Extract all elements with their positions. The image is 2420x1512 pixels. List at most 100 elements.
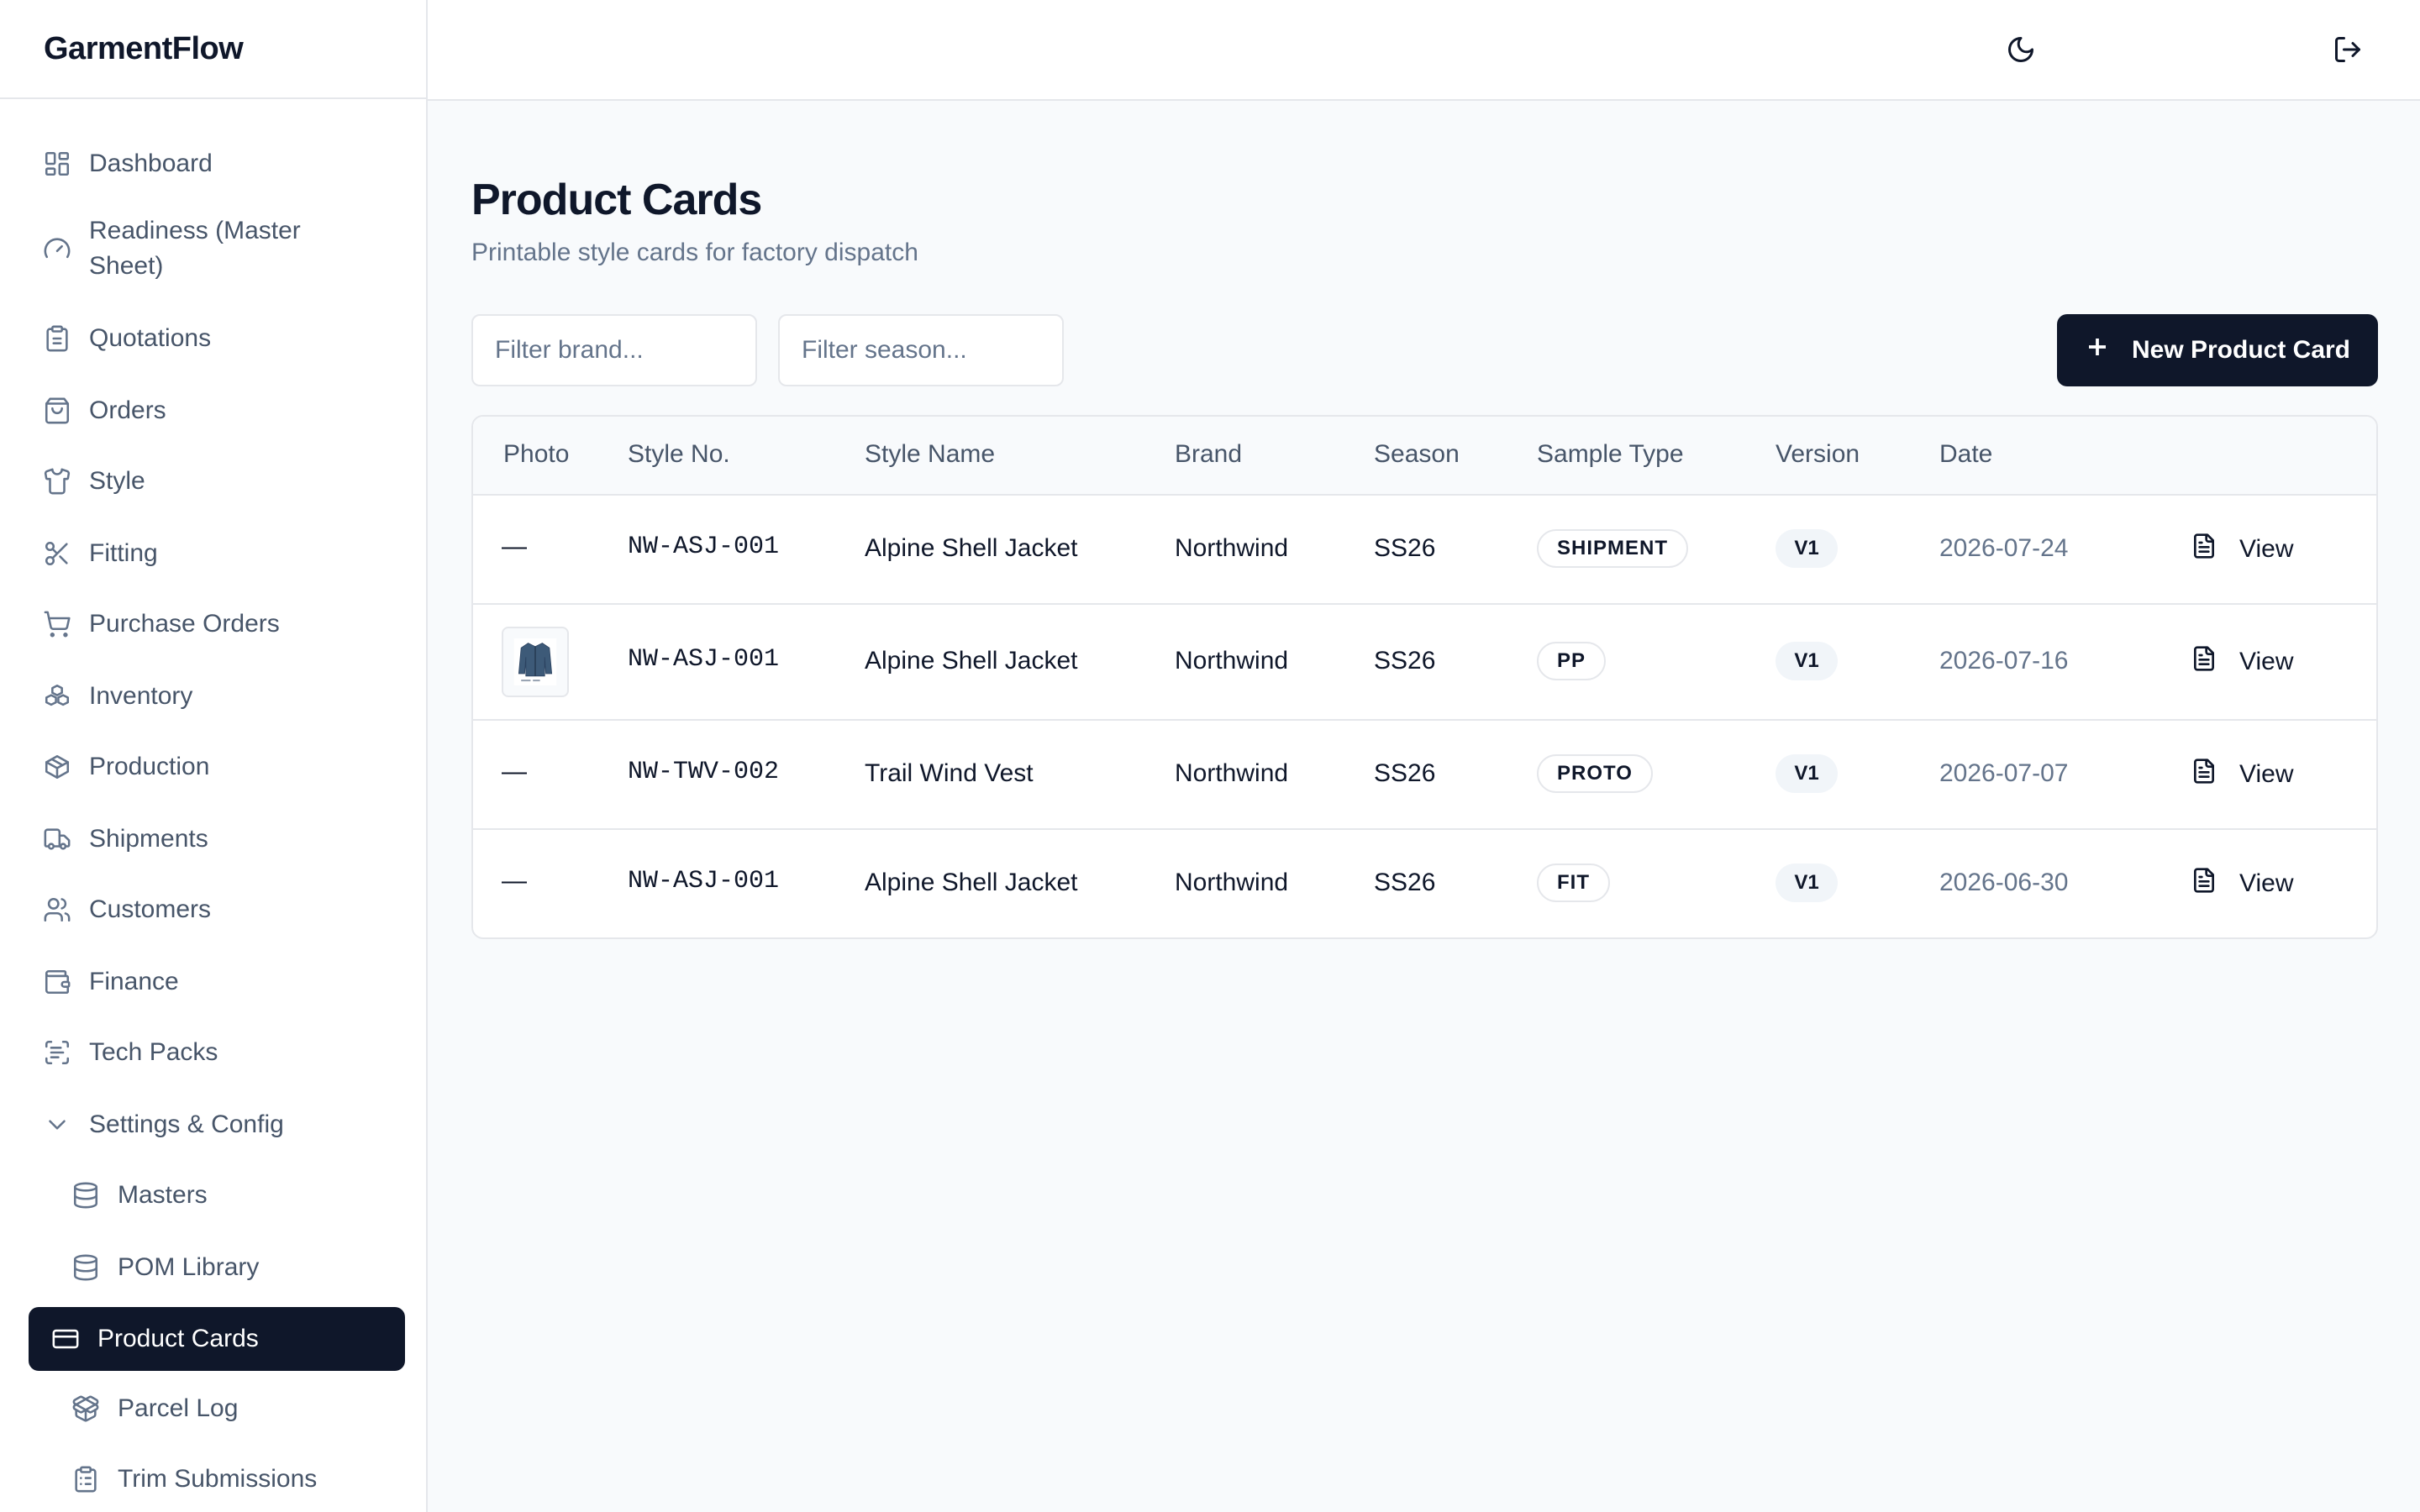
clipboard-list-icon bbox=[71, 1464, 101, 1494]
sidebar-item-settings-config[interactable]: Settings & Config bbox=[29, 1104, 405, 1146]
version-badge: V1 bbox=[1776, 864, 1838, 902]
version-badge: V1 bbox=[1776, 754, 1838, 793]
sidebar-item-purchase-orders[interactable]: Purchase Orders bbox=[29, 603, 405, 645]
sidebar-item-label: Shipments bbox=[89, 825, 208, 853]
season: SS26 bbox=[1374, 647, 1436, 675]
wallet-icon bbox=[42, 967, 72, 997]
sidebar-item-tech-packs[interactable]: Tech Packs bbox=[29, 1032, 405, 1074]
date: 2026-07-16 bbox=[1939, 647, 2069, 675]
sidebar-item-parcel-log[interactable]: Parcel Log bbox=[29, 1388, 405, 1430]
truck-icon bbox=[42, 824, 72, 854]
file-text-icon bbox=[2191, 867, 2239, 900]
season: SS26 bbox=[1374, 534, 1436, 562]
table-header: Photo Style No. Style Name Brand Season … bbox=[473, 417, 2376, 496]
style-name: Alpine Shell Jacket bbox=[865, 869, 1078, 896]
boxes-icon bbox=[42, 681, 72, 711]
sidebar-item-product-cards[interactable]: Product Cards bbox=[29, 1307, 405, 1371]
style-name: Trail Wind Vest bbox=[865, 759, 1034, 787]
sidebar-item-label: Trim Submissions bbox=[118, 1465, 318, 1493]
sidebar-item-label: Orders bbox=[89, 396, 166, 424]
sidebar-item-customers[interactable]: Customers bbox=[29, 889, 405, 931]
sidebar-item-label: Purchase Orders bbox=[89, 610, 280, 638]
logout-icon bbox=[2333, 34, 2363, 67]
sidebar-item-label: Style bbox=[89, 467, 145, 495]
sidebar-item-label: Finance bbox=[89, 968, 179, 995]
users-icon bbox=[42, 895, 72, 925]
filter-season-input[interactable] bbox=[778, 314, 1064, 386]
sidebar-item-masters[interactable]: Masters bbox=[29, 1174, 405, 1216]
sidebar-item-quotations[interactable]: Quotations bbox=[29, 318, 405, 360]
database-icon bbox=[71, 1252, 101, 1283]
photo-placeholder: — bbox=[502, 867, 527, 895]
plus-icon bbox=[2085, 334, 2132, 366]
style-no: NW-ASJ-001 bbox=[628, 533, 780, 561]
view-label: View bbox=[2239, 869, 2294, 897]
brand: Northwind bbox=[1175, 647, 1289, 675]
sidebar-item-label: Fitting bbox=[89, 539, 158, 567]
column-header-style-name: Style Name bbox=[865, 440, 996, 468]
table-row[interactable]: — NW-ASJ-001 Alpine Shell Jacket Northwi… bbox=[473, 830, 2376, 937]
sidebar-item-dashboard[interactable]: Dashboard bbox=[29, 143, 405, 185]
table-row[interactable]: NW-ASJ-001 Alpine Shell Jacket Northwind… bbox=[473, 605, 2376, 721]
file-text-icon bbox=[2191, 533, 2239, 566]
sidebar-item-shipments[interactable]: Shipments bbox=[29, 818, 405, 860]
column-header-style-no: Style No. bbox=[628, 440, 730, 468]
scissors-icon bbox=[42, 538, 72, 569]
shopping-bag-icon bbox=[42, 396, 72, 426]
sample-type-badge: SHIPMENT bbox=[1537, 529, 1689, 568]
sidebar-item-label: Tech Packs bbox=[89, 1038, 218, 1066]
page-title: Product Cards bbox=[471, 176, 762, 224]
column-header-season: Season bbox=[1374, 440, 1460, 468]
version-badge: V1 bbox=[1776, 642, 1838, 680]
style-no: NW-TWV-002 bbox=[628, 758, 780, 786]
sidebar-item-orders[interactable]: Orders bbox=[29, 390, 405, 432]
sidebar-item-trim-submissions[interactable]: Trim Submissions bbox=[29, 1458, 405, 1500]
view-button[interactable]: View bbox=[2191, 645, 2293, 679]
gauge-icon bbox=[42, 234, 72, 264]
table-row[interactable]: — NW-TWV-002 Trail Wind Vest Northwind S… bbox=[473, 721, 2376, 830]
view-button[interactable]: View bbox=[2191, 533, 2293, 566]
sidebar-item-fitting[interactable]: Fitting bbox=[29, 533, 405, 575]
sidebar-item-finance[interactable]: Finance bbox=[29, 961, 405, 1003]
chevron-down-icon bbox=[42, 1110, 72, 1140]
date: 2026-06-30 bbox=[1939, 869, 2069, 896]
theme-toggle-button[interactable] bbox=[2002, 32, 2039, 69]
season: SS26 bbox=[1374, 869, 1436, 896]
sample-type-badge: PP bbox=[1537, 642, 1607, 680]
style-name: Alpine Shell Jacket bbox=[865, 647, 1078, 675]
view-button[interactable]: View bbox=[2191, 758, 2293, 791]
version-badge: V1 bbox=[1776, 529, 1838, 568]
sidebar-item-label: Readiness (Master Sheet) bbox=[89, 217, 301, 280]
sidebar-item-readiness[interactable]: Readiness (Master Sheet) bbox=[29, 213, 348, 284]
table-row[interactable]: — NW-ASJ-001 Alpine Shell Jacket Northwi… bbox=[473, 496, 2376, 605]
app-logo[interactable]: GarmentFlow bbox=[0, 0, 426, 99]
clipboard-icon bbox=[42, 323, 72, 354]
view-label: View bbox=[2239, 760, 2294, 788]
date: 2026-07-07 bbox=[1939, 759, 2069, 787]
sidebar-item-pom-library[interactable]: POM Library bbox=[29, 1247, 405, 1289]
view-button[interactable]: View bbox=[2191, 867, 2293, 900]
page-subtitle: Printable style cards for factory dispat… bbox=[471, 239, 918, 266]
sample-type-badge: PROTO bbox=[1537, 754, 1653, 793]
filter-brand-input[interactable] bbox=[471, 314, 757, 386]
sidebar-item-label: Parcel Log bbox=[118, 1394, 239, 1422]
column-header-brand: Brand bbox=[1175, 440, 1243, 468]
shirt-icon bbox=[42, 466, 72, 496]
sidebar-item-label: Quotations bbox=[89, 324, 212, 352]
new-product-card-label: New Product Card bbox=[2131, 336, 2351, 364]
top-bar bbox=[428, 0, 2420, 101]
sidebar-item-label: Customers bbox=[89, 895, 212, 923]
sidebar-item-style[interactable]: Style bbox=[29, 460, 405, 502]
column-header-date: Date bbox=[1939, 440, 1993, 468]
sidebar-item-label: Settings & Config bbox=[89, 1110, 284, 1138]
new-product-card-button[interactable]: New Product Card bbox=[2057, 314, 2378, 386]
column-header-photo: Photo bbox=[503, 440, 570, 468]
file-text-icon bbox=[2191, 758, 2239, 791]
product-photo-thumbnail[interactable] bbox=[502, 627, 569, 697]
card-icon bbox=[50, 1324, 81, 1354]
sidebar-item-production[interactable]: Production bbox=[29, 746, 405, 788]
view-label: View bbox=[2239, 648, 2294, 675]
sample-type-badge: FIT bbox=[1537, 864, 1610, 902]
logout-button[interactable] bbox=[2329, 32, 2366, 69]
sidebar-item-inventory[interactable]: Inventory bbox=[29, 675, 405, 717]
